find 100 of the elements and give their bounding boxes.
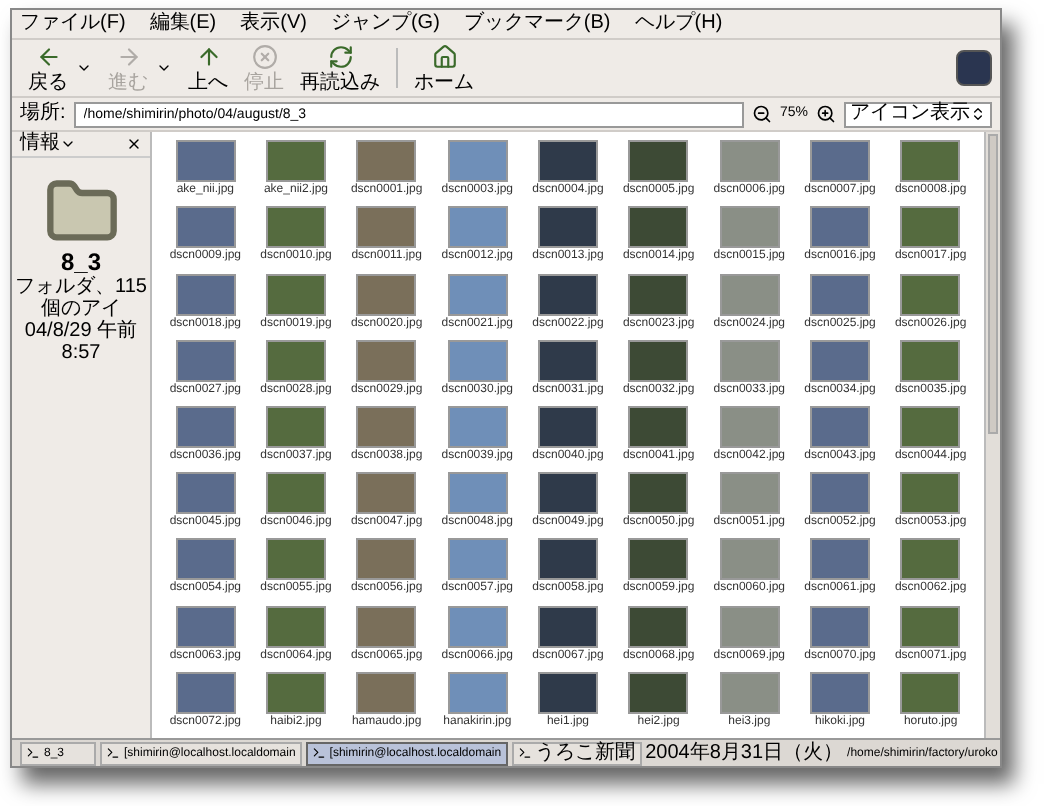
photo-thumbnail[interactable] [809,206,870,249]
photo-thumbnail[interactable] [175,339,236,382]
photo-thumbnail[interactable] [900,405,961,448]
photo-thumbnail[interactable] [447,273,508,316]
photo-thumbnail[interactable] [719,206,780,249]
photo-thumbnail[interactable] [809,273,870,316]
photo-thumbnail[interactable] [809,671,870,714]
photo-thumbnail[interactable] [175,671,236,714]
zoom-in-icon[interactable] [816,104,836,124]
photo-thumbnail[interactable] [175,140,236,183]
photo-thumbnail[interactable] [719,538,780,581]
photo-thumbnail[interactable] [719,671,780,714]
photo-thumbnail[interactable] [265,538,326,581]
photo-thumbnail[interactable] [537,339,598,382]
photo-thumbnail[interactable] [719,472,780,515]
photo-thumbnail[interactable] [356,140,417,183]
toolbar-button[interactable]: 戻る [20,43,76,93]
photo-thumbnail[interactable] [628,472,689,515]
photo-thumbnail[interactable] [900,140,961,183]
scrollbar[interactable] [984,132,1000,738]
photo-thumbnail[interactable] [628,671,689,714]
photo-thumbnail[interactable] [537,605,598,648]
photo-thumbnail[interactable] [265,605,326,648]
photo-thumbnail[interactable] [809,140,870,183]
photo-thumbnail[interactable] [265,140,326,183]
photo-thumbnail[interactable] [809,605,870,648]
photo-thumbnail[interactable] [900,671,961,714]
photo-thumbnail[interactable] [537,405,598,448]
photo-thumbnail[interactable] [175,206,236,249]
photo-thumbnail[interactable] [719,273,780,316]
photo-thumbnail[interactable] [447,671,508,714]
photo-thumbnail[interactable] [537,671,598,714]
photo-thumbnail[interactable] [900,472,961,515]
photo-thumbnail[interactable] [265,206,326,249]
photo-thumbnail[interactable] [265,671,326,714]
photo-thumbnail[interactable] [265,405,326,448]
photo-thumbnail[interactable] [719,405,780,448]
photo-thumbnail[interactable] [447,472,508,515]
photo-thumbnail[interactable] [175,538,236,581]
photo-thumbnail[interactable] [628,273,689,316]
photo-thumbnail[interactable] [265,339,326,382]
photo-thumbnail[interactable] [628,339,689,382]
view-mode-dropdown[interactable]: アイコン表示 [844,101,992,127]
photo-thumbnail[interactable] [447,538,508,581]
photo-thumbnail[interactable] [537,538,598,581]
photo-thumbnail[interactable] [809,405,870,448]
photo-thumbnail[interactable] [537,206,598,249]
photo-thumbnail[interactable] [719,339,780,382]
photo-thumbnail[interactable] [537,140,598,183]
photo-thumbnail[interactable] [900,273,961,316]
photo-thumbnail[interactable] [175,472,236,515]
toolbar-button[interactable]: 再読込み [292,43,388,93]
photo-thumbnail[interactable] [628,605,689,648]
photo-thumbnail[interactable] [628,538,689,581]
toolbar-button[interactable]: 上へ [180,43,236,93]
photo-thumbnail[interactable] [628,140,689,183]
menu-item[interactable]: 編集(E) [149,14,217,34]
photo-thumbnail[interactable] [356,405,417,448]
photo-thumbnail[interactable] [447,339,508,382]
photo-thumbnail[interactable] [356,671,417,714]
photo-thumbnail[interactable] [628,405,689,448]
photo-thumbnail[interactable] [809,538,870,581]
sidebar-mode-dropdown[interactable]: 情報 [20,134,76,154]
photo-thumbnail[interactable] [265,472,326,515]
menu-item[interactable]: ファイル(F) [20,14,126,34]
zoom-out-icon[interactable] [751,104,772,124]
photo-thumbnail[interactable] [719,605,780,648]
photo-thumbnail[interactable] [447,405,508,448]
photo-thumbnail[interactable] [356,472,417,515]
photo-thumbnail[interactable] [175,405,236,448]
photo-thumbnail[interactable] [447,140,508,183]
photo-thumbnail[interactable] [447,206,508,249]
menu-item[interactable]: ヘルプ(H) [634,14,723,34]
photo-thumbnail[interactable] [900,538,961,581]
photo-thumbnail[interactable] [809,472,870,515]
photo-thumbnail[interactable] [719,140,780,183]
photo-thumbnail[interactable] [356,273,417,316]
photo-thumbnail[interactable] [447,605,508,648]
taskbar-button[interactable]: うろこ新聞 [511,741,642,765]
photo-thumbnail[interactable] [628,206,689,249]
photo-thumbnail[interactable] [537,273,598,316]
menu-item[interactable]: 表示(V) [240,14,307,34]
photo-thumbnail[interactable] [537,472,598,515]
menu-item[interactable]: ブックマーク(B) [463,14,611,34]
photo-thumbnail[interactable] [356,538,417,581]
taskbar-window-date: 2004年8月31日（火） [645,743,844,763]
arrow-up-icon [195,43,221,69]
photo-thumbnail[interactable] [265,273,326,316]
photo-thumbnail[interactable] [175,605,236,648]
toolbar-button[interactable]: ホーム [406,43,482,93]
close-icon[interactable] [126,136,142,152]
photo-thumbnail[interactable] [900,339,961,382]
photo-thumbnail[interactable] [900,605,961,648]
menu-item[interactable]: ジャンプ(G) [330,14,440,34]
photo-thumbnail[interactable] [356,605,417,648]
photo-thumbnail[interactable] [356,339,417,382]
photo-thumbnail[interactable] [356,206,417,249]
photo-thumbnail[interactable] [175,273,236,316]
photo-thumbnail[interactable] [809,339,870,382]
photo-thumbnail[interactable] [900,206,961,249]
